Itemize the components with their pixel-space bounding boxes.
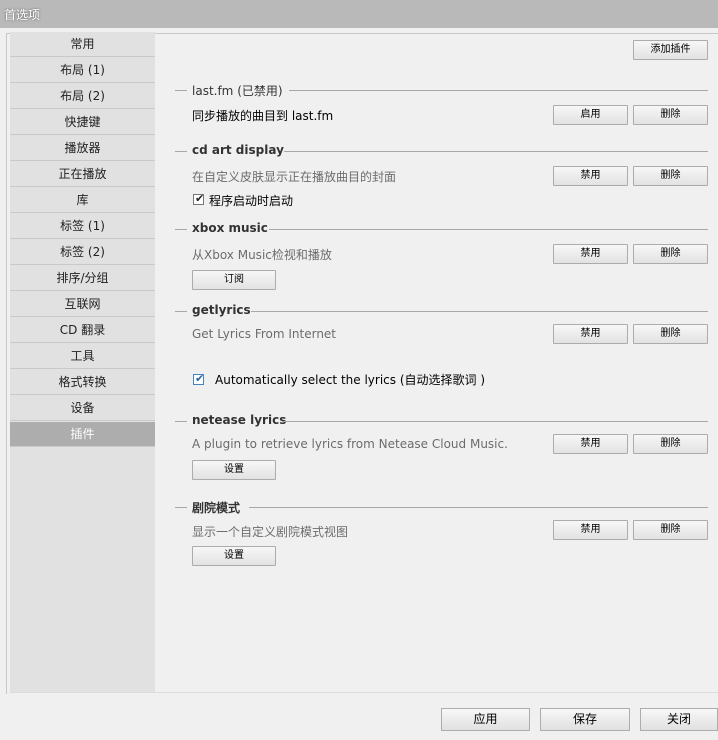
start-on-launch-label: 程序启动时启动: [209, 194, 294, 208]
checkmark-icon: ✔: [195, 372, 205, 385]
plugin-desc-netease-lyrics: A plugin to retrieve lyrics from Netease…: [192, 437, 508, 451]
section-rule-left: [175, 90, 187, 91]
save-button[interactable]: 保存: [540, 708, 630, 731]
sidebar-item-devices[interactable]: 设备: [10, 396, 155, 421]
plugin-desc-lastfm: 同步播放的曲目到 last.fm: [192, 109, 334, 123]
plugins-panel: 添加插件 last.fm (已禁用) 同步播放的曲目到 last.fm 启用 删…: [155, 32, 718, 692]
plugin-name-lastfm: last.fm (已禁用): [192, 84, 283, 98]
section-rule-left: [175, 229, 187, 230]
sidebar-item-player[interactable]: 播放器: [10, 136, 155, 161]
disable-button-xbox-music[interactable]: 禁用: [553, 244, 628, 264]
delete-button-xbox-music[interactable]: 删除: [633, 244, 708, 264]
footer-divider: [10, 692, 718, 693]
section-rule: [251, 311, 708, 312]
sidebar-item-tools[interactable]: 工具: [10, 344, 155, 369]
plugin-name-netease-lyrics: netease lyrics: [192, 413, 287, 427]
sidebar-item-format-conversion[interactable]: 格式转换: [10, 370, 155, 395]
plugin-desc-theater-mode: 显示一个自定义剧院模式视图: [192, 525, 349, 539]
apply-button[interactable]: 应用: [441, 708, 530, 731]
sidebar-item-tags-2[interactable]: 标签 (2): [10, 240, 155, 265]
section-rule: [289, 90, 708, 91]
sidebar-item-cd-ripping[interactable]: CD 翻录: [10, 318, 155, 343]
section-rule-left: [175, 311, 187, 312]
auto-select-lyrics-label: Automatically select the lyrics (自动选择歌词 …: [215, 373, 486, 387]
delete-button-cd-art-display[interactable]: 删除: [633, 166, 708, 186]
window-title: 首选项: [4, 8, 41, 22]
plugin-desc-getlyrics: Get Lyrics From Internet: [192, 327, 337, 341]
close-button[interactable]: 关闭: [640, 708, 718, 731]
delete-button-theater-mode[interactable]: 删除: [633, 520, 708, 540]
sidebar-item-plugins[interactable]: 插件: [10, 422, 155, 447]
checkmark-icon: ✔: [195, 192, 205, 205]
sidebar-item-sorting-grouping[interactable]: 排序/分组: [10, 266, 155, 291]
sidebar: 常用 布局 (1) 布局 (2) 快捷键 播放器 正在播放 库 标签 (1) 标…: [10, 32, 155, 692]
subscribe-button[interactable]: 订阅: [192, 270, 276, 290]
disable-button-getlyrics[interactable]: 禁用: [553, 324, 628, 344]
auto-select-lyrics-checkbox[interactable]: ✔: [193, 372, 205, 385]
section-rule: [284, 151, 708, 152]
delete-button-lastfm[interactable]: 删除: [633, 105, 708, 125]
settings-button-theater-mode[interactable]: 设置: [192, 546, 276, 566]
delete-button-getlyrics[interactable]: 删除: [633, 324, 708, 344]
sidebar-item-general[interactable]: 常用: [10, 32, 155, 57]
section-rule-left: [175, 507, 187, 508]
enable-button-lastfm[interactable]: 启用: [553, 105, 628, 125]
section-rule: [282, 421, 708, 422]
delete-button-netease-lyrics[interactable]: 删除: [633, 434, 708, 454]
sidebar-item-tags-1[interactable]: 标签 (1): [10, 214, 155, 239]
sidebar-item-layout-2[interactable]: 布局 (2): [10, 84, 155, 109]
plugin-name-getlyrics: getlyrics: [192, 303, 251, 317]
sidebar-item-now-playing[interactable]: 正在播放: [10, 162, 155, 187]
start-on-launch-checkbox[interactable]: ✔: [193, 192, 205, 205]
sidebar-item-library[interactable]: 库: [10, 188, 155, 213]
plugin-name-xbox-music: xbox music: [192, 221, 268, 235]
sidebar-item-hotkeys[interactable]: 快捷键: [10, 110, 155, 135]
settings-button-netease-lyrics[interactable]: 设置: [192, 460, 276, 480]
section-rule-left: [175, 421, 187, 422]
plugin-name-cd-art-display: cd art display: [192, 143, 284, 157]
plugin-desc-cd-art-display: 在自定义皮肤显示正在播放曲目的封面: [192, 170, 397, 184]
title-bar: 首选项: [0, 0, 718, 29]
section-rule-left: [175, 151, 187, 152]
sidebar-item-layout-1[interactable]: 布局 (1): [10, 58, 155, 83]
sidebar-item-internet[interactable]: 互联网: [10, 292, 155, 317]
plugin-name-theater-mode: 剧院模式: [192, 501, 241, 515]
section-rule: [269, 229, 708, 230]
disable-button-theater-mode[interactable]: 禁用: [553, 520, 628, 540]
disable-button-cd-art-display[interactable]: 禁用: [553, 166, 628, 186]
plugin-desc-xbox-music: 从Xbox Music检视和播放: [192, 248, 332, 262]
section-rule: [249, 507, 708, 508]
add-plugin-button[interactable]: 添加插件: [633, 40, 708, 60]
disable-button-netease-lyrics[interactable]: 禁用: [553, 434, 628, 454]
